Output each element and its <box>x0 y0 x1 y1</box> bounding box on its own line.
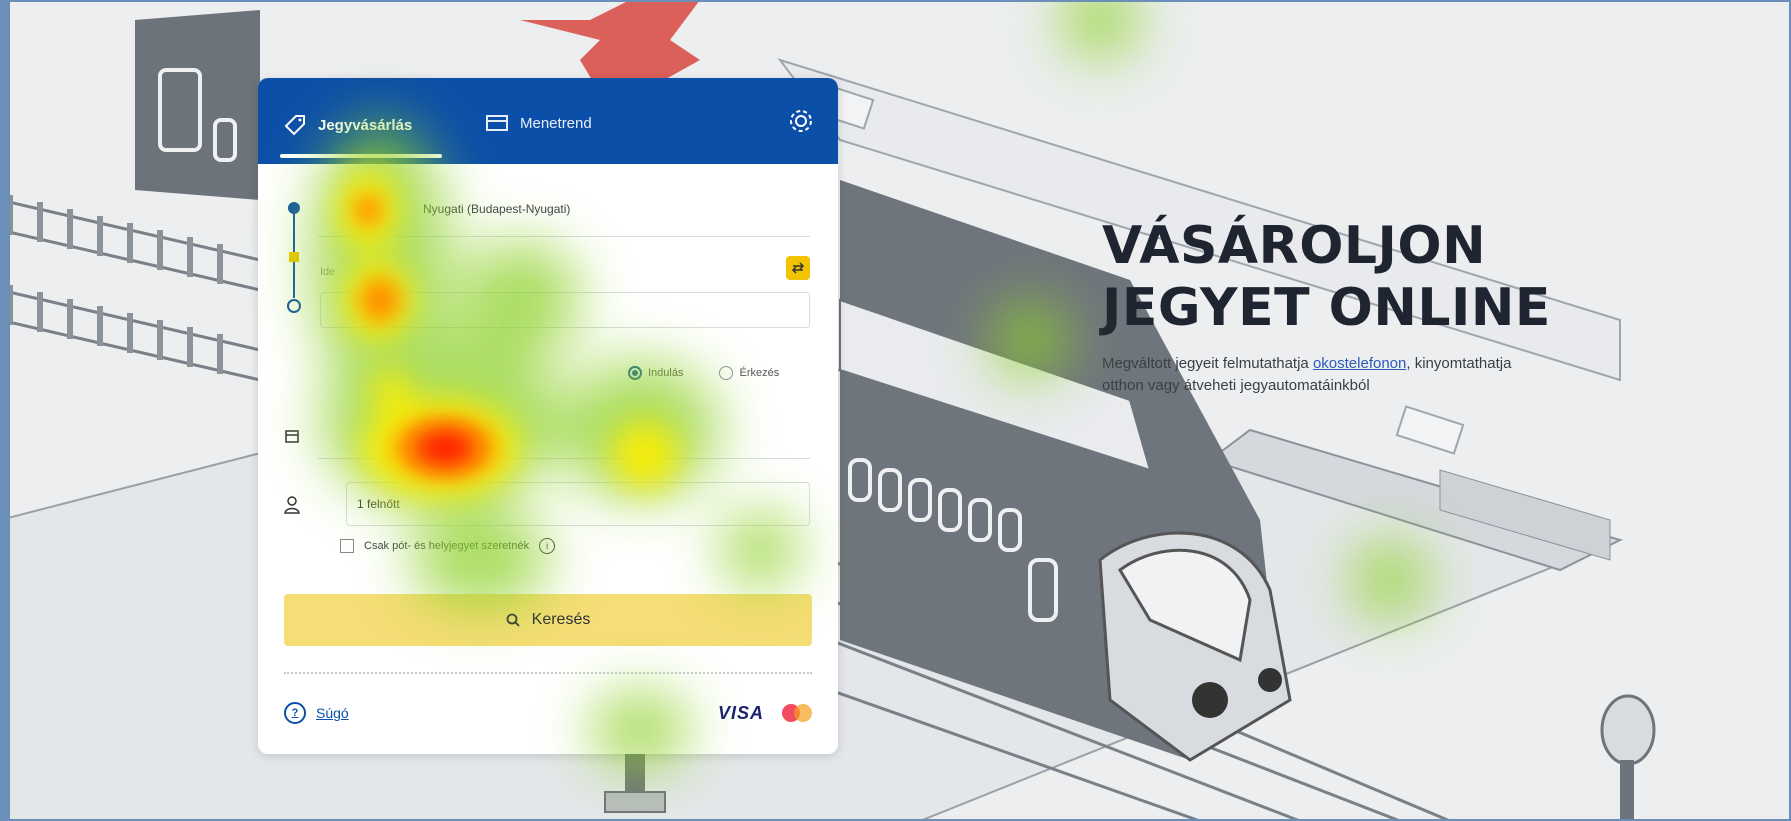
screenshot-border <box>0 0 1791 821</box>
